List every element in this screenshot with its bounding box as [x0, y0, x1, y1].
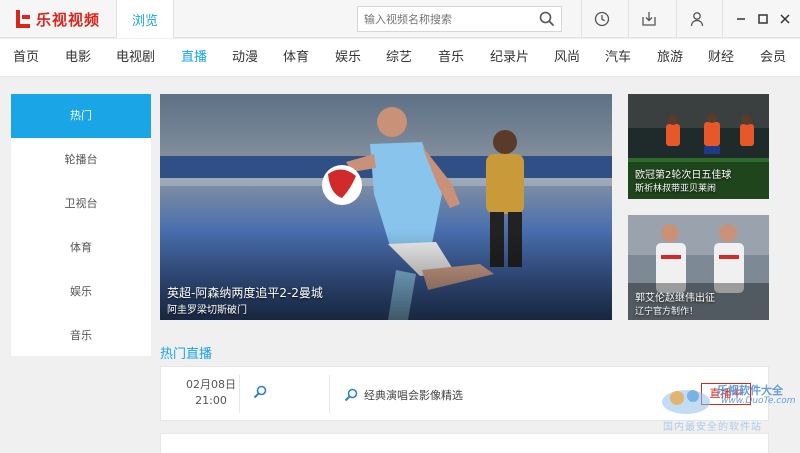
maximize-icon — [758, 14, 768, 24]
search-icon[interactable] — [539, 11, 555, 27]
thumb-1-subtitle: 斯祈林叔带亚贝莱闹 — [635, 184, 717, 194]
nav-item-tv[interactable]: 电视剧 — [116, 39, 155, 77]
nav-item-vip[interactable]: 会员 — [760, 39, 786, 77]
maximize-button[interactable] — [752, 0, 774, 38]
history-button[interactable] — [581, 0, 621, 38]
thumb-2-subtitle: 辽宁官方制作！ — [635, 307, 699, 317]
watermark-slogan: 国内最安全的软件站 — [663, 422, 762, 433]
nav-item-music[interactable]: 音乐 — [438, 39, 464, 77]
nav-item-movies[interactable]: 电影 — [65, 39, 91, 77]
sidebar-item-music[interactable]: 音乐 — [11, 314, 151, 358]
nav-item-entertainment[interactable]: 娱乐 — [335, 39, 361, 77]
row-divider — [239, 375, 240, 413]
channel-sidebar: 热门 轮播台 卫视台 体育 娱乐 音乐 — [11, 94, 151, 356]
close-icon — [780, 14, 790, 24]
hero-banner[interactable]: 英超-阿森纳两度追平2-2曼城 阿圭罗梁切斯破门 — [160, 94, 612, 320]
thumb-1-title: 欧冠第2轮次日五佳球 — [635, 170, 732, 181]
search-icon[interactable] — [253, 385, 267, 399]
sidebar-item-carousel[interactable]: 轮播台 — [11, 138, 151, 182]
toolbar-divider — [722, 0, 723, 38]
live-datetime: 02月08日 21:00 — [183, 377, 239, 409]
minimize-icon — [737, 18, 745, 20]
letv-logo-icon — [14, 9, 32, 29]
minimize-button[interactable] — [730, 0, 752, 38]
search-input[interactable] — [358, 7, 533, 31]
close-button[interactable] — [774, 0, 796, 38]
live-program: 经典演唱会影像精选 — [344, 387, 463, 403]
row-divider — [329, 375, 330, 413]
sidebar-item-sports[interactable]: 体育 — [11, 226, 151, 270]
watermark: 乐视软件大全 www.DuoTe.com 国内最安全的软件站 — [657, 380, 800, 435]
nav-item-live[interactable]: 直播 — [181, 39, 207, 77]
sidebar-item-entertainment[interactable]: 娱乐 — [11, 270, 151, 314]
nav-item-documentary[interactable]: 纪录片 — [490, 39, 529, 77]
download-button[interactable] — [628, 0, 668, 38]
nav-item-anime[interactable]: 动漫 — [232, 39, 258, 77]
section-title-hot-live: 热门直播 — [160, 347, 213, 362]
user-icon — [690, 12, 703, 27]
download-icon — [641, 12, 656, 26]
sidebar-item-hot[interactable]: 热门 — [11, 94, 151, 138]
search-icon — [344, 388, 358, 402]
hero-subtitle: 阿圭罗梁切斯破门 — [167, 305, 247, 316]
live-program-title: 经典演唱会影像精选 — [364, 389, 463, 402]
nav-item-auto[interactable]: 汽车 — [605, 39, 631, 77]
user-button[interactable] — [676, 0, 716, 38]
logo-text: 乐视视频 — [36, 10, 101, 29]
thumb-card-2[interactable]: 郭艾伦赵继伟出征 辽宁官方制作！ — [628, 215, 769, 320]
watermark-logo-icon — [662, 390, 710, 414]
sidebar-item-satellite[interactable]: 卫视台 — [11, 182, 151, 226]
watermark-url: www.DuoTe.com — [721, 396, 796, 406]
thumb-2-title: 郭艾伦赵继伟出征 — [635, 293, 715, 304]
category-nav: 首页 电影 电视剧 直播 动漫 体育 娱乐 综艺 音乐 纪录片 风尚 汽车 旅游… — [0, 39, 800, 77]
nav-item-finance[interactable]: 财经 — [708, 39, 734, 77]
nav-item-variety[interactable]: 综艺 — [386, 39, 412, 77]
app-logo[interactable]: 乐视视频 — [14, 8, 100, 30]
nav-item-sports[interactable]: 体育 — [283, 39, 309, 77]
clock-icon — [594, 11, 609, 27]
live-list-item[interactable] — [160, 433, 769, 453]
nav-item-travel[interactable]: 旅游 — [657, 39, 683, 77]
live-time: 21:00 — [195, 394, 227, 407]
nav-item-home[interactable]: 首页 — [13, 39, 39, 77]
thumb-card-1[interactable]: 欧冠第2轮次日五佳球 斯祈林叔带亚贝莱闹 — [628, 94, 769, 199]
browse-tab[interactable]: 浏览 — [116, 0, 174, 38]
title-bar: 乐视视频 浏览 — [0, 0, 800, 38]
nav-item-fashion[interactable]: 风尚 — [554, 39, 580, 77]
hero-title: 英超-阿森纳两度追平2-2曼城 — [167, 286, 323, 300]
live-date: 02月08日 — [186, 378, 236, 391]
search-box — [357, 6, 562, 32]
